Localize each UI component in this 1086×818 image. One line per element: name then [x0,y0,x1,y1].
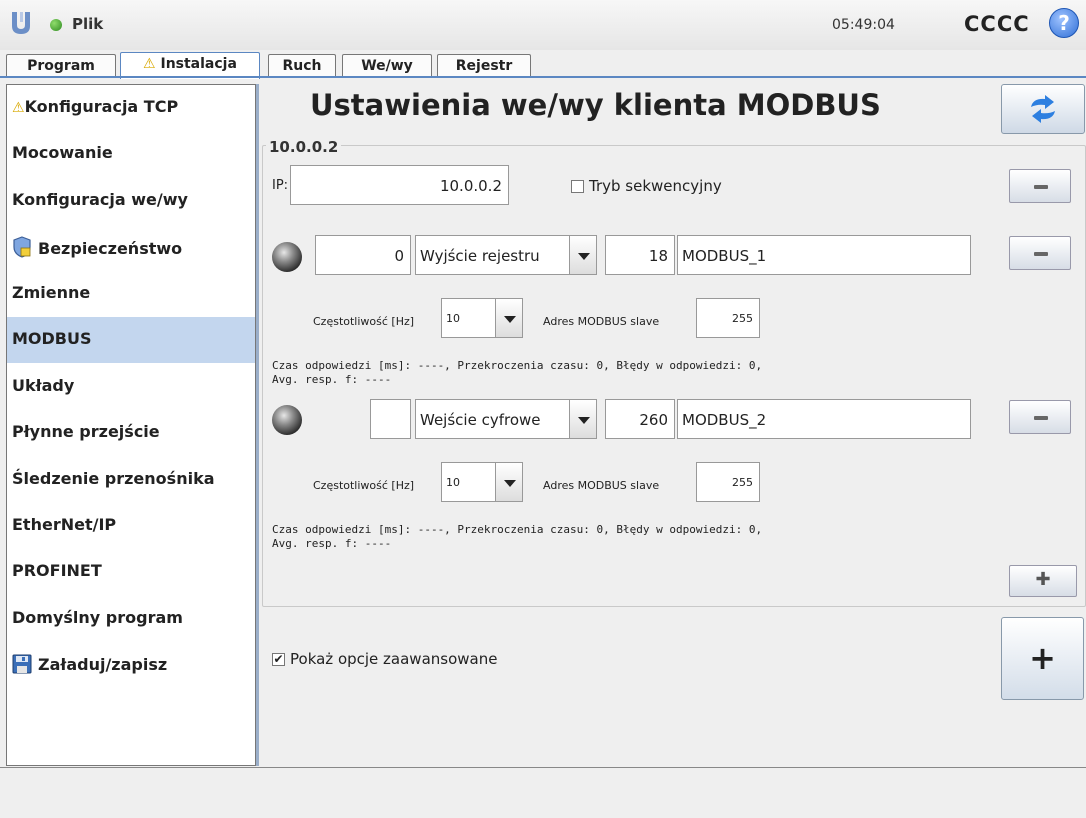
tab-label: We/wy [361,58,413,74]
chevron-down-icon[interactable] [569,235,597,275]
floppy-icon [12,654,32,678]
tab-we-wy[interactable]: We/wy [342,54,432,77]
warning-icon: ⚠ [12,100,25,116]
sidebar-item-label: Konfiguracja we/wy [12,190,188,209]
sidebar-item-ethernet-ip[interactable]: EtherNet/IP [7,503,255,549]
response-stats: Czas odpowiedzi [ms]: ----, Przekroczeni… [272,359,763,372]
slave-address-label: Adres MODBUS slave [543,479,660,492]
signal-status-icon [272,405,302,435]
add-client-button[interactable]: + [1001,617,1084,700]
help-icon[interactable]: ? [1049,8,1079,38]
response-stats: Czas odpowiedzi [ms]: ----, Przekroczeni… [272,523,763,536]
tab-program[interactable]: Program [6,54,116,77]
tab-label: Program [27,58,95,74]
sidebar: ⚠Konfiguracja TCP Mocowanie Konfiguracja… [6,84,256,766]
sidebar-item-label: Domyślny program [12,608,183,627]
frequency-select[interactable]: 10 [441,462,498,502]
sidebar-item-konfiguracja-we-wy[interactable]: Konfiguracja we/wy [7,178,255,224]
tab-ruch[interactable]: Ruch [268,54,336,77]
sidebar-item-domyslny-program[interactable]: Domyślny program [7,596,255,642]
signal-address-input[interactable] [370,399,411,439]
signal-status-icon [272,242,302,272]
signal-value-field: 260 [605,399,675,439]
slave-address-input[interactable]: 255 [696,462,760,502]
sidebar-item-label: EtherNet/IP [12,515,117,534]
sequential-mode-label: Tryb sekwencyjny [589,177,722,195]
warning-icon: ⚠ [143,56,156,72]
page-title: Ustawienia we/wy klienta MODBUS [310,88,881,122]
sidebar-item-sledzenie-przenosnika[interactable]: Śledzenie przenośnika [7,457,255,503]
signal-value-field: 18 [605,235,675,275]
chevron-down-icon[interactable] [569,399,597,439]
clock: 05:49:04 [832,17,895,33]
signal-address-input[interactable]: 0 [315,235,411,275]
frequency-select[interactable]: 10 [441,298,498,338]
sidebar-item-profinet[interactable]: PROFINET [7,549,255,595]
footer-divider [0,767,1086,768]
frequency-label: Częstotliwość [Hz] [313,315,415,328]
sidebar-item-label: Mocowanie [12,143,113,162]
show-advanced-checkbox[interactable]: ✔ [272,653,285,666]
show-advanced-label: Pokaż opcje zaawansowane [290,650,498,668]
chevron-down-icon[interactable] [495,298,523,338]
sidebar-item-label: Bezpieczeństwo [38,239,183,258]
sidebar-item-zmienne[interactable]: Zmienne [7,271,255,317]
tab-label: Instalacja [160,56,237,72]
signal-type-select[interactable]: Wejście cyfrowe [415,399,570,439]
shield-icon [12,236,32,262]
response-stats-avg: Avg. resp. f: ---- [272,373,392,386]
signal-type-select[interactable]: Wyjście rejestru [415,235,570,275]
tab-underline [0,76,1086,78]
remove-signal-button[interactable] [1009,236,1071,270]
robot-name: CCCC [964,12,1030,36]
sidebar-item-label: Śledzenie przenośnika [12,469,215,488]
sidebar-divider [256,84,259,766]
tab-instalacja[interactable]: ⚠ Instalacja [120,52,260,79]
remove-signal-button[interactable] [1009,400,1071,434]
ur-logo-icon [10,10,32,36]
signal-name-input[interactable]: MODBUS_2 [677,399,971,439]
refresh-button[interactable] [1001,84,1085,134]
sidebar-item-label: PROFINET [12,561,102,580]
refresh-icon [1027,95,1059,127]
sidebar-item-uklady[interactable]: Układy [7,364,255,410]
sidebar-item-label: Układy [12,376,75,395]
sidebar-item-modbus[interactable]: MODBUS [7,317,255,363]
ip-input[interactable]: 10.0.0.2 [290,165,509,205]
sidebar-item-label: Załaduj/zapisz [38,655,168,674]
chevron-down-icon[interactable] [495,462,523,502]
sidebar-item-zaladuj-zapisz[interactable]: Załaduj/zapisz [7,642,255,688]
top-bar [0,0,1086,50]
sidebar-item-label: Zmienne [12,283,91,302]
tab-label: Ruch [282,58,322,74]
client-group-title: 10.0.0.2 [266,138,342,156]
frequency-label: Częstotliwość [Hz] [313,479,415,492]
file-menu[interactable]: Plik [72,15,103,33]
add-signal-button[interactable]: ✚ [1009,565,1077,597]
checkmark-icon: ✔ [273,652,284,666]
sidebar-item-label: Płynne przejście [12,422,160,441]
slave-address-label: Adres MODBUS slave [543,315,660,328]
signal-name-input[interactable]: MODBUS_1 [677,235,971,275]
robot-status-icon [50,19,62,31]
sidebar-item-label: Konfiguracja TCP [24,97,179,116]
remove-client-button[interactable] [1009,169,1071,203]
slave-address-input[interactable]: 255 [696,298,760,338]
ip-label: IP: [272,178,289,193]
sidebar-item-bezpieczenstwo[interactable]: Bezpieczeństwo [7,224,255,270]
sidebar-item-mocowanie[interactable]: Mocowanie [7,131,255,177]
response-stats-avg: Avg. resp. f: ---- [272,537,392,550]
sequential-mode-checkbox[interactable] [571,180,584,193]
sidebar-item-label: MODBUS [12,329,92,348]
sidebar-item-plynne-przejscie[interactable]: Płynne przejście [7,410,255,456]
tab-bar: Program ⚠ Instalacja Ruch We/wy Rejestr [0,50,1086,79]
tab-rejestr[interactable]: Rejestr [437,54,531,77]
tab-label: Rejestr [455,58,513,74]
sidebar-item-konfiguracja-tcp[interactable]: ⚠Konfiguracja TCP [7,85,255,131]
